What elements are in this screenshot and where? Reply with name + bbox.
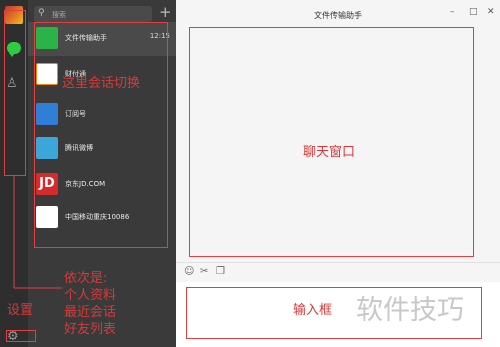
watermark: 软件技巧 (356, 295, 464, 326)
